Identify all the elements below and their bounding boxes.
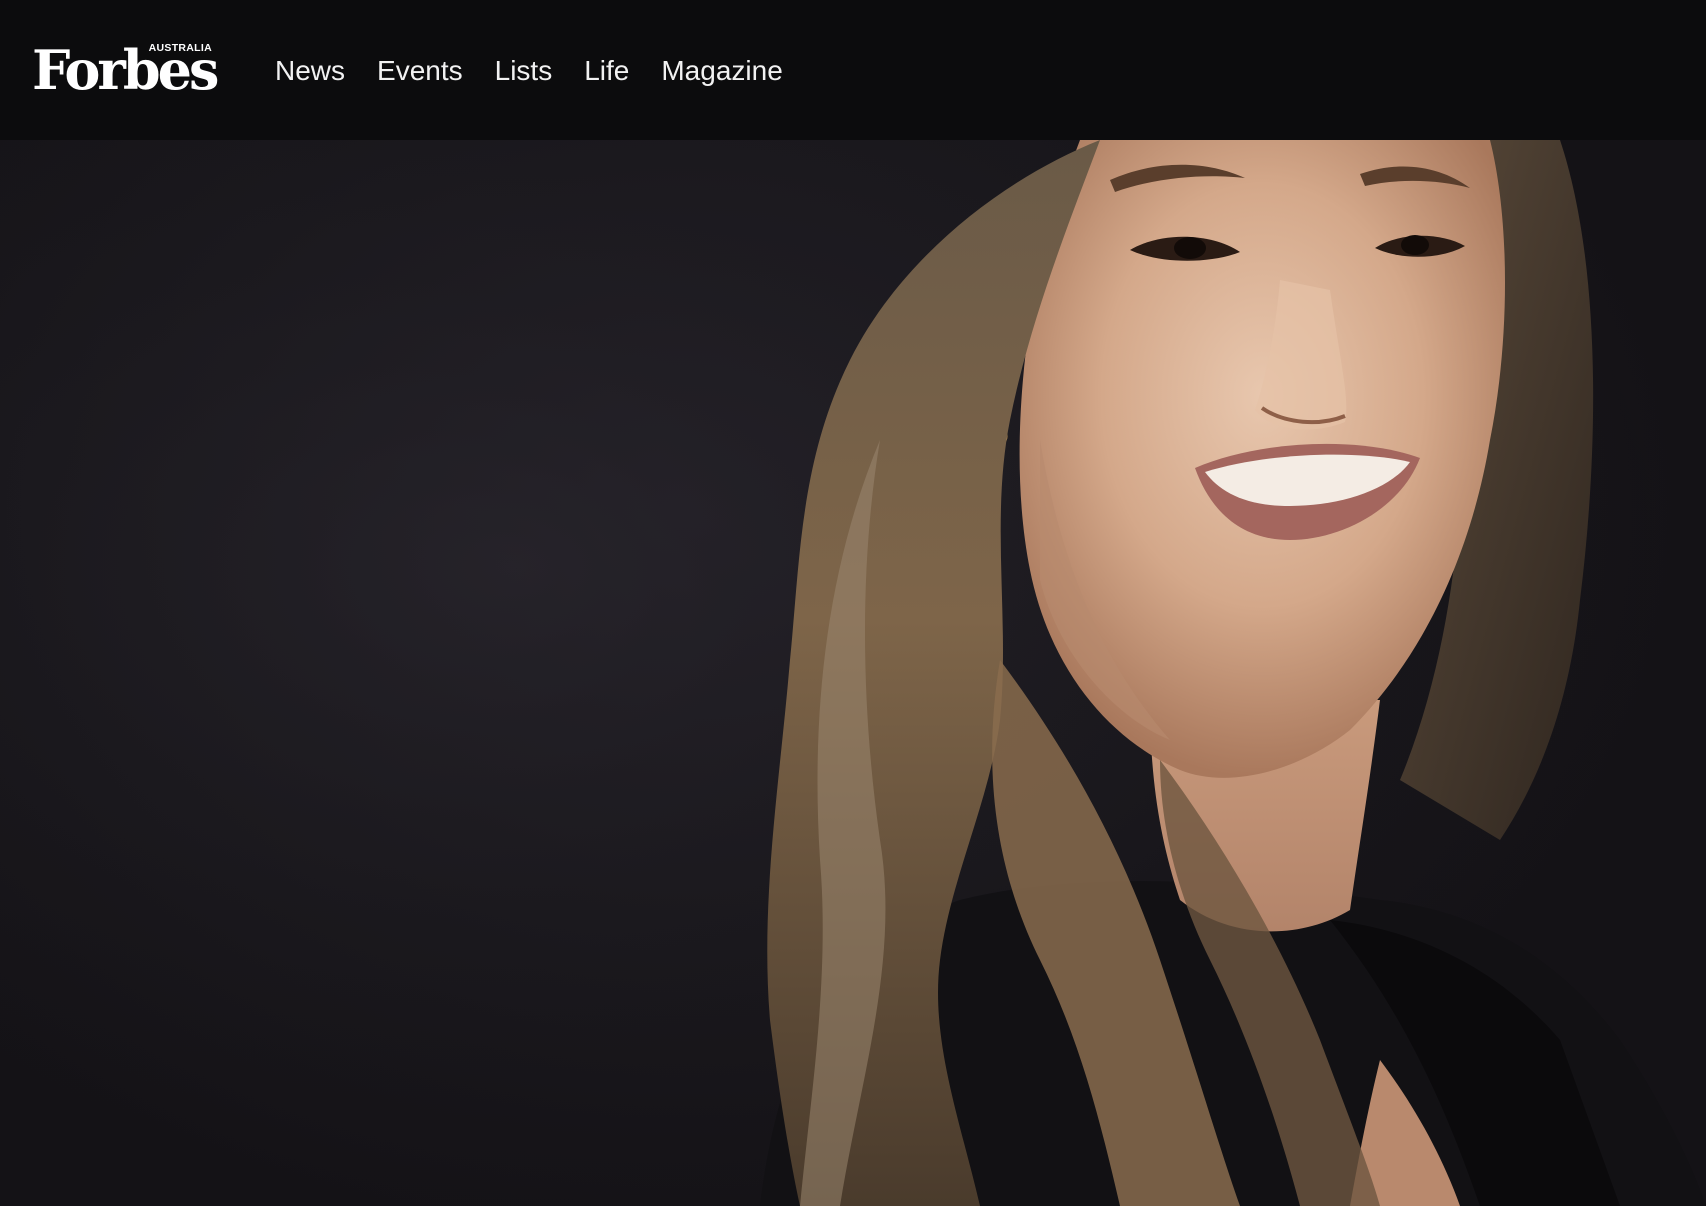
- nav-lists[interactable]: Lists: [495, 51, 553, 91]
- forbes-australia-logo[interactable]: Forbes AUSTRALIA: [32, 40, 219, 100]
- nav-events[interactable]: Events: [377, 51, 463, 91]
- portrait-illustration: [0, 140, 1706, 1206]
- main-nav: News Events Lists Life Magazine: [275, 51, 815, 91]
- top-navigation-bar: Forbes AUSTRALIA News Events Lists Life …: [0, 0, 1706, 140]
- hero-portrait-image: [0, 140, 1706, 1206]
- logo-region-label: AUSTRALIA: [148, 42, 212, 54]
- nav-magazine[interactable]: Magazine: [661, 51, 782, 91]
- nav-news[interactable]: News: [275, 51, 345, 91]
- nav-life[interactable]: Life: [584, 51, 629, 91]
